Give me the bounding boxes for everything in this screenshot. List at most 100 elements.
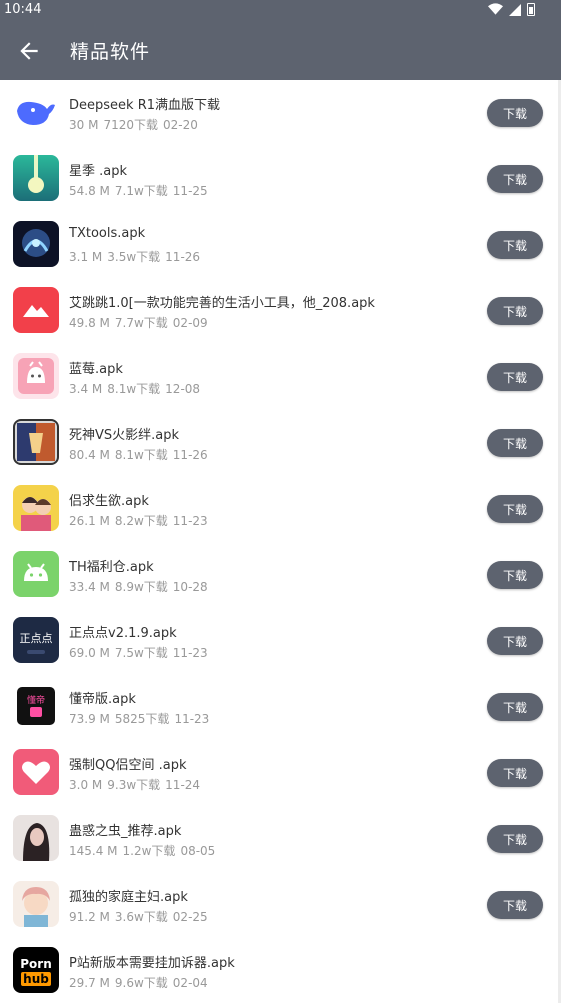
download-button[interactable]: 下载 [487, 363, 543, 391]
app-bar: 10:44 精品软件 [0, 0, 561, 80]
list-item[interactable]: Porn hub P站新版本需要挂加诉器.apk 29.7 M 9.6w下载 02-04 [0, 938, 561, 1003]
app-meta: 29.7 M 9.6w下载 02-04 [69, 974, 213, 991]
list-item[interactable]: 正点点 正点点v2.1.9.apk 69.0 M 7.5w下载 11-23 下载 [0, 608, 561, 674]
app-size: 29.7 M [69, 976, 110, 990]
svg-text:hub: hub [23, 972, 49, 986]
list-item[interactable]: 死神VS火影绊.apk 80.4 M 8.1w下载 11-26 下载 [0, 410, 561, 476]
app-size: 3.1 M [69, 250, 103, 264]
app-name: 蓝莓.apk [69, 362, 123, 377]
zhengdiandian-icon: 正点点 [13, 617, 59, 663]
app-size: 30 M [69, 118, 99, 132]
wifi-icon [488, 3, 503, 15]
list-item[interactable]: 星季 .apk 54.8 M 7.1w下载 11-25 下载 [0, 146, 561, 212]
app-name: 星季 .apk [69, 164, 128, 179]
release-date: 11-23 [172, 514, 208, 528]
battery-icon [527, 3, 535, 16]
list-item[interactable]: 懂帝 懂帝版.apk 73.9 M 5825下载 11-23 下载 [0, 674, 561, 740]
download-count: 7.5w下载 [114, 646, 168, 660]
app-size: 26.1 M [69, 514, 110, 528]
download-button[interactable]: 下载 [487, 627, 543, 655]
app-name: 侣求生欲.apk [69, 494, 149, 509]
heart-icon [13, 749, 59, 795]
download-count: 3.5w下载 [107, 250, 161, 264]
app-name: 孤独的家庭主妇.apk [69, 890, 188, 905]
app-meta: 80.4 M 8.1w下载 11-26 [69, 446, 213, 463]
release-date: 02-20 [162, 118, 198, 132]
download-button[interactable]: 下载 [487, 231, 543, 259]
release-date: 02-09 [172, 316, 208, 330]
blueberry-icon [13, 353, 59, 399]
list-item[interactable]: TXtools.apk 3.1 M 3.5w下载 11-26 下载 [0, 212, 561, 278]
download-count: 5825下载 [114, 712, 170, 726]
svg-text:正点点: 正点点 [20, 632, 53, 645]
app-meta: 30 M 7120下载 02-20 [69, 116, 203, 133]
list-item[interactable]: 孤独的家庭主妇.apk 91.2 M 3.6w下载 02-25 下载 [0, 872, 561, 938]
download-button[interactable]: 下载 [487, 429, 543, 457]
release-date: 08-05 [180, 844, 216, 858]
app-name: P站新版本需要挂加诉器.apk [69, 956, 235, 971]
download-count: 7.1w下载 [114, 184, 168, 198]
android-icon [13, 551, 59, 597]
download-count: 9.6w下载 [114, 976, 168, 990]
app-size: 91.2 M [69, 910, 110, 924]
list-item[interactable]: Deepseek R1满血版下载 30 M 7120下载 02-20 下载 [0, 80, 561, 146]
app-size: 33.4 M [69, 580, 110, 594]
star-season-icon [13, 155, 59, 201]
release-date: 10-28 [172, 580, 208, 594]
download-button[interactable]: 下载 [487, 561, 543, 589]
release-date: 11-23 [172, 646, 208, 660]
release-date: 11-24 [165, 778, 201, 792]
app-meta: 49.8 M 7.7w下载 02-09 [69, 314, 213, 331]
download-button[interactable]: 下载 [487, 297, 543, 325]
app-size: 3.0 M [69, 778, 103, 792]
download-button[interactable]: 下载 [487, 99, 543, 127]
release-date: 02-25 [172, 910, 208, 924]
back-arrow-icon[interactable] [16, 38, 42, 64]
download-button[interactable]: 下载 [487, 759, 543, 787]
app-size: 49.8 M [69, 316, 110, 330]
download-button[interactable]: 下载 [487, 825, 543, 853]
download-count: 8.1w下载 [107, 382, 161, 396]
list-item[interactable]: 强制QQ侣空间 .apk 3.0 M 9.3w下载 11-24 下载 [0, 740, 561, 806]
app-name: 艾跳跳1.0[一款功能完善的生活小工具，他_208.apk [69, 296, 375, 311]
svg-text:懂帝: 懂帝 [27, 694, 45, 706]
download-button[interactable]: 下载 [487, 891, 543, 919]
app-meta: 54.8 M 7.1w下载 11-25 [69, 182, 213, 199]
app-name: 死神VS火影绊.apk [69, 428, 180, 443]
status-icons [488, 3, 535, 16]
anime-fight-icon [13, 419, 59, 465]
release-date: 11-23 [174, 712, 210, 726]
list-item[interactable]: 蓝莓.apk 3.4 M 8.1w下载 12-08 下载 [0, 344, 561, 410]
download-button[interactable]: 下载 [487, 693, 543, 721]
signal-icon [509, 3, 521, 16]
svg-text:Porn: Porn [20, 957, 52, 971]
download-button[interactable]: 下载 [487, 165, 543, 193]
download-button[interactable]: 下载 [487, 495, 543, 523]
housewife-icon [13, 881, 59, 927]
list-item[interactable]: 蛊惑之虫_推荐.apk 145.4 M 1.2w下载 08-05 下载 [0, 806, 561, 872]
download-count: 1.2w下载 [122, 844, 176, 858]
app-size: 145.4 M [69, 844, 118, 858]
app-name: 正点点v2.1.9.apk [69, 626, 177, 641]
download-count: 3.6w下载 [114, 910, 168, 924]
app-meta: 73.9 M 5825下载 11-23 [69, 710, 214, 727]
app-meta: 3.4 M 8.1w下载 12-08 [69, 380, 205, 397]
download-count: 7120下载 [103, 118, 158, 132]
app-meta: 145.4 M 1.2w下载 08-05 [69, 842, 220, 859]
app-meta: 33.4 M 8.9w下载 10-28 [69, 578, 213, 595]
portrait-icon [13, 815, 59, 861]
release-date: 11-26 [165, 250, 201, 264]
couple-icon [13, 485, 59, 531]
app-meta: 91.2 M 3.6w下载 02-25 [69, 908, 213, 925]
list-item[interactable]: 侣求生欲.apk 26.1 M 8.2w下载 11-23 下载 [0, 476, 561, 542]
list-item[interactable]: TH福利仓.apk 33.4 M 8.9w下载 10-28 下载 [0, 542, 561, 608]
list-item[interactable]: 艾跳跳1.0[一款功能完善的生活小工具，他_208.apk 49.8 M 7.7w下… [0, 278, 561, 344]
app-size: 73.9 M [69, 712, 110, 726]
download-count: 9.3w下载 [107, 778, 161, 792]
app-size: 69.0 M [69, 646, 110, 660]
app-size: 80.4 M [69, 448, 110, 462]
release-date: 12-08 [165, 382, 201, 396]
download-count: 8.2w下载 [114, 514, 168, 528]
release-date: 11-25 [172, 184, 208, 198]
whale-icon [13, 89, 59, 135]
